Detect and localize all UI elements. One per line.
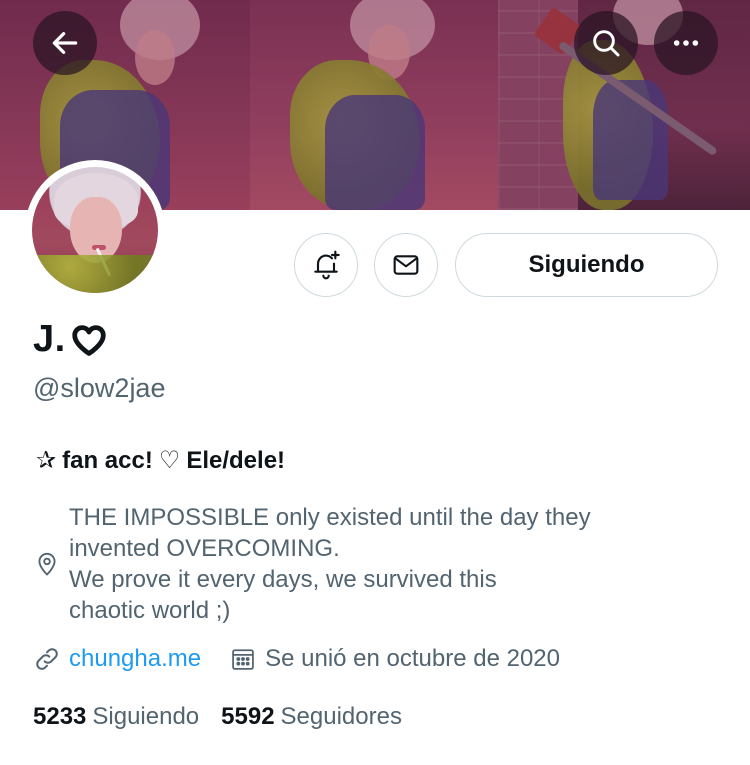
followers-count: 5592	[221, 703, 275, 730]
arrow-left-icon	[52, 32, 78, 54]
mail-icon	[393, 255, 419, 275]
following-label: Siguiendo	[92, 703, 200, 730]
website-link[interactable]: chungha.me	[69, 645, 201, 673]
display-name-text: J.	[33, 318, 66, 360]
location-text: THE IMPOSSIBLE only existed until the da…	[69, 504, 591, 624]
heart-glyph: ♡	[158, 447, 181, 474]
follow-stats: 5233 Siguiendo 5592 Seguidores	[33, 703, 424, 731]
notifications-button[interactable]	[294, 233, 358, 297]
followers-stat[interactable]: 5592 Seguidores	[221, 703, 402, 731]
bio-text-1: fan acc!	[62, 446, 153, 474]
location-row: THE IMPOSSIBLE only existed until the da…	[33, 502, 723, 626]
join-date: Se unió en octubre de 2020	[265, 645, 560, 672]
link-icon	[36, 648, 58, 670]
calendar-icon	[232, 649, 254, 670]
bio-text-2: Ele/dele!	[186, 446, 286, 474]
more-options-button[interactable]	[654, 11, 718, 75]
location-pin-icon	[38, 552, 56, 576]
search-icon	[593, 30, 620, 57]
following-stat[interactable]: 5233 Siguiendo	[33, 703, 199, 731]
back-button[interactable]	[33, 11, 97, 75]
heart-outline-icon	[72, 324, 106, 356]
display-name: J.	[33, 318, 108, 361]
following-button[interactable]: Siguiendo	[455, 233, 718, 297]
star-glyph: ✰	[36, 447, 57, 474]
bell-plus-icon	[314, 250, 340, 280]
profile-meta-row: chungha.me Se unió en octubre de 2020	[33, 645, 560, 673]
following-count: 5233	[33, 703, 87, 730]
more-horizontal-icon	[673, 40, 699, 46]
search-button[interactable]	[574, 11, 638, 75]
username-handle: @slow2jae	[33, 373, 166, 403]
profile-bio: ✰ fan acc! ♡ Ele/dele!	[36, 446, 285, 475]
avatar-image	[32, 167, 158, 293]
message-button[interactable]	[374, 233, 438, 297]
profile-avatar[interactable]	[25, 160, 165, 300]
followers-label: Seguidores	[280, 703, 402, 730]
